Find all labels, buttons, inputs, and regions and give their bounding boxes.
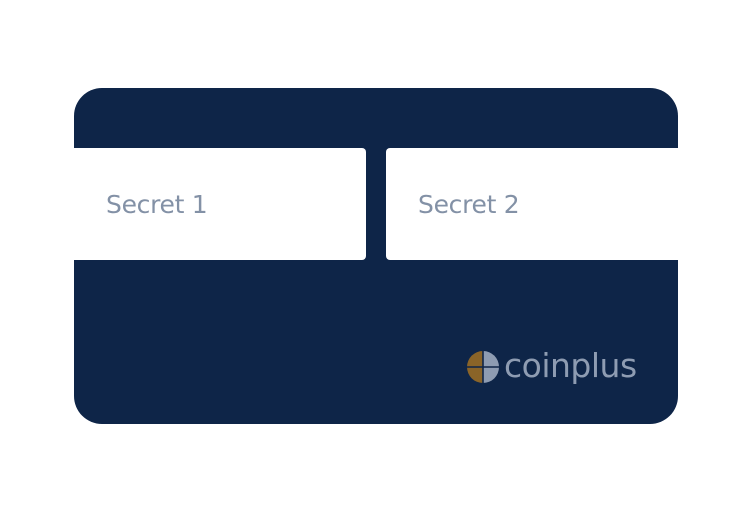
brand-logo: coinplus (466, 348, 637, 386)
secret-card: Secret 1 Secret 2 coinplus (74, 88, 678, 424)
brand-name: coinplus (504, 345, 637, 385)
secret-1-label: Secret 1 (106, 189, 208, 219)
secret-1-slot: Secret 1 (74, 148, 366, 260)
secret-2-label: Secret 2 (418, 189, 520, 219)
coinplus-logo-icon (467, 351, 499, 383)
secret-2-slot: Secret 2 (386, 148, 678, 260)
